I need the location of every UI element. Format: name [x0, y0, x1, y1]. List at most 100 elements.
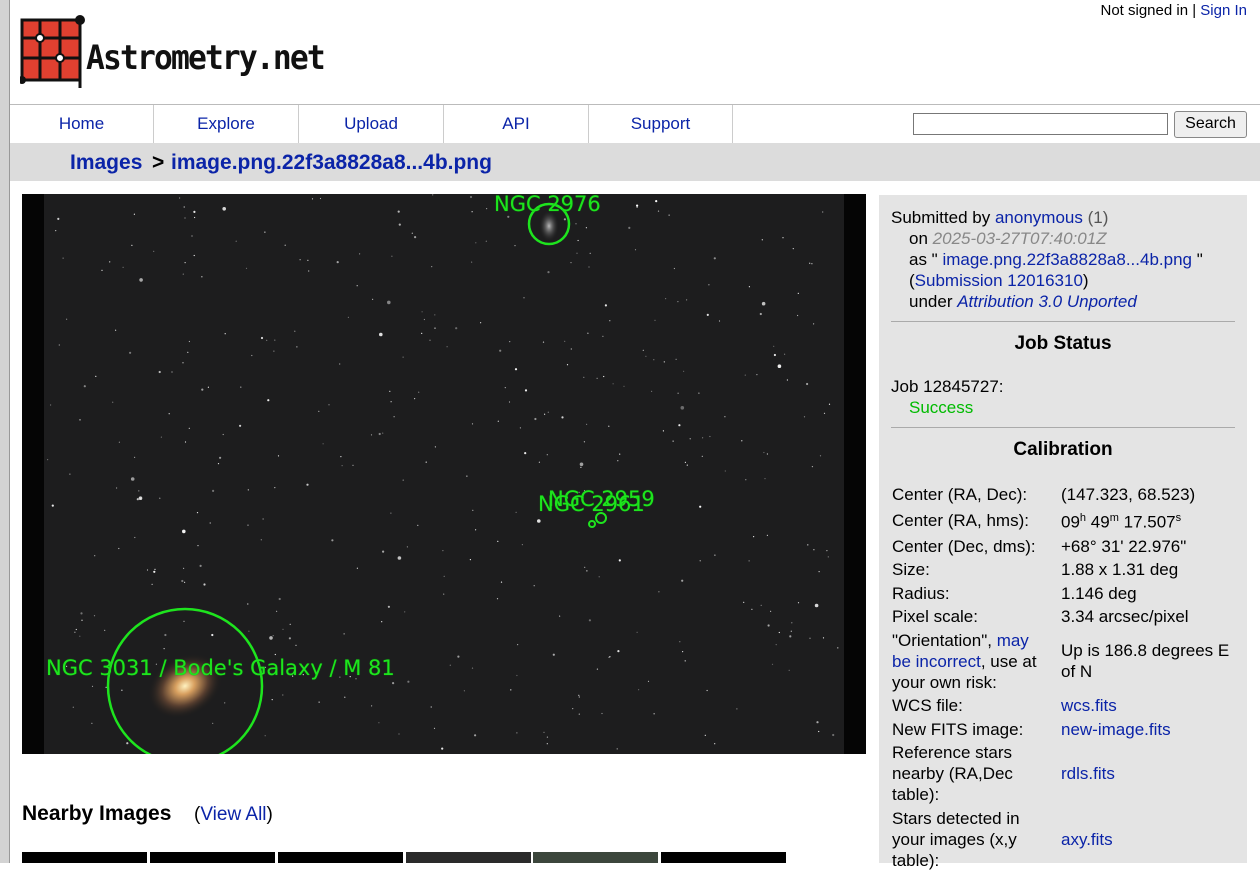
breadcrumb-images-link[interactable]: Images [70, 151, 142, 174]
logo-grid-icon [20, 15, 85, 88]
nearby-thumbnail[interactable] [406, 852, 531, 863]
nav-api[interactable]: API [444, 105, 589, 143]
star [579, 462, 584, 467]
star [701, 455, 703, 457]
star [665, 298, 667, 300]
star [382, 550, 385, 553]
nav-explore[interactable]: Explore [154, 105, 299, 143]
breadcrumb-current-link[interactable]: image.png.22f3a8828a8...4b.png [171, 151, 492, 174]
star [356, 567, 358, 569]
ra-minutes-unit: m [1109, 512, 1119, 524]
search-input[interactable] [913, 113, 1168, 135]
orientation-label-start: "Orientation", [892, 631, 997, 650]
star [262, 518, 264, 520]
star [391, 255, 393, 257]
star [222, 207, 226, 211]
star [311, 198, 314, 200]
star [814, 603, 819, 608]
star [72, 706, 74, 708]
star [83, 385, 86, 388]
star [224, 333, 226, 335]
submitted-by-line: Submitted by anonymous (1) [891, 208, 1108, 228]
star [566, 364, 569, 366]
orientation-label: "Orientation", may be incorrect, use at … [892, 630, 1052, 693]
rdls-link[interactable]: rdls.fits [1061, 763, 1115, 784]
star [217, 463, 220, 465]
star [382, 432, 384, 434]
star [559, 615, 561, 617]
star [534, 417, 537, 421]
star [538, 461, 541, 463]
nav-support[interactable]: Support [589, 105, 733, 143]
star [775, 644, 777, 646]
annotated-sky-image[interactable]: NGC 2976 NGC 2959 NGC 2961 NGC 3031 / Bo… [22, 194, 866, 754]
star [647, 680, 650, 682]
star [101, 269, 103, 271]
star [343, 633, 345, 635]
star [138, 490, 140, 492]
star [307, 259, 309, 261]
page-left-border [0, 0, 9, 863]
star [139, 278, 143, 282]
star [724, 416, 726, 418]
star [201, 388, 204, 391]
view-all-link[interactable]: View All [200, 804, 266, 825]
as-close-quote: " [1196, 250, 1203, 269]
star [58, 344, 60, 346]
star [421, 311, 423, 313]
star [761, 301, 766, 306]
axy-link[interactable]: axy.fits [1061, 829, 1113, 850]
star [714, 743, 716, 745]
star [514, 245, 516, 247]
star [340, 456, 342, 458]
axy-label: Stars detected in your images (x,y table… [892, 809, 1020, 870]
star [515, 511, 517, 513]
star [588, 266, 590, 268]
star [782, 237, 784, 239]
star [184, 262, 186, 264]
star [524, 452, 527, 455]
star [748, 286, 751, 288]
new-fits-link[interactable]: new-image.fits [1061, 719, 1171, 740]
star [743, 601, 745, 603]
star [423, 318, 425, 321]
star [168, 413, 170, 415]
sign-in-link[interactable]: Sign In [1200, 2, 1247, 19]
on-label: on [909, 229, 928, 248]
nav-upload[interactable]: Upload [299, 105, 444, 143]
site-logo[interactable]: Astrometry.net [20, 14, 326, 92]
nav-home[interactable]: Home [10, 105, 154, 143]
star [188, 340, 190, 343]
star [533, 585, 535, 587]
submission-link[interactable]: Submission 12016310 [915, 271, 1083, 290]
wcs-file-link[interactable]: wcs.fits [1061, 695, 1117, 716]
star [66, 318, 68, 320]
nearby-thumbnail[interactable] [661, 852, 786, 863]
star [602, 335, 604, 337]
new-fits-label: New FITS image: [892, 720, 1024, 739]
star [634, 249, 637, 251]
ra-seconds: 17.507 [1123, 512, 1176, 532]
star [130, 477, 135, 481]
filename-link[interactable]: image.png.22f3a8828a8...4b.png [942, 250, 1192, 269]
star [741, 440, 743, 442]
star [209, 522, 211, 524]
license-link[interactable]: Attribution 3.0 Unported [957, 292, 1137, 311]
nearby-thumbnail[interactable] [278, 852, 403, 863]
nearby-thumbnail[interactable] [533, 852, 658, 863]
star [434, 327, 436, 329]
star [318, 410, 320, 412]
star [393, 416, 395, 418]
star [471, 423, 474, 425]
search-button[interactable]: Search [1174, 111, 1247, 138]
star [274, 339, 276, 341]
star [584, 566, 586, 568]
star [239, 424, 242, 427]
job-id: Job 12845727: [891, 377, 1004, 396]
star [245, 267, 248, 269]
nearby-thumbnail[interactable] [150, 852, 275, 863]
star [183, 567, 185, 569]
user-link[interactable]: anonymous [995, 208, 1083, 227]
star [658, 591, 660, 593]
nearby-thumbnail[interactable] [22, 852, 147, 863]
